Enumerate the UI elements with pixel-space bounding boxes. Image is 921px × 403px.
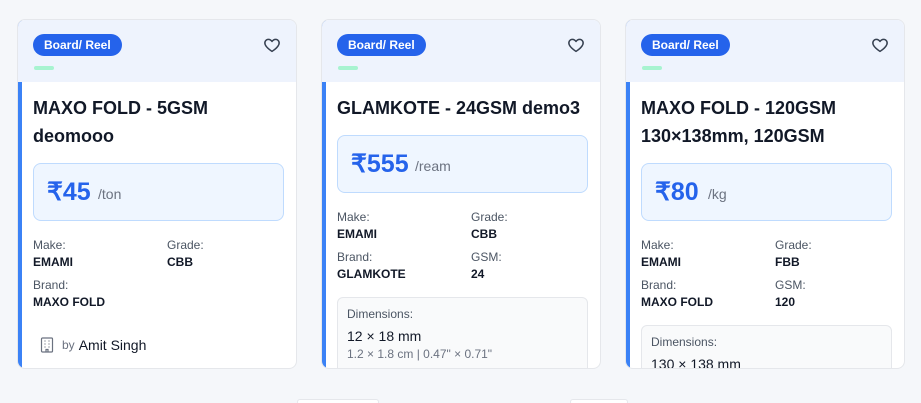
building-icon [40,337,54,353]
price-box: ₹555 /ream [337,135,588,193]
dimensions-label: Dimensions: [651,335,718,349]
price-value: ₹555 [351,150,409,178]
product-card[interactable]: Board/ Reel GLAMKOTE - 24GSM demo3 ₹555 … [321,19,601,369]
category-badge: Board/ Reel [33,34,122,56]
spec-grade: Grade: CBB [471,209,508,242]
category-badge: Board/ Reel [337,34,426,56]
badge-indicator [338,66,358,70]
seller-by: by [62,338,75,352]
spec-value: EMAMI [641,255,681,269]
spec-make: Make: EMAMI [337,209,377,242]
spec-value: CBB [167,255,193,269]
dimensions-box: Dimensions: 130 × 138 mm [641,325,892,369]
title-line: MAXO FOLD - 5GSM [33,98,208,118]
spec-value: MAXO FOLD [33,295,105,309]
product-card[interactable]: Board/ Reel MAXO FOLD - 120GSM 130×138mm… [625,19,905,369]
price-box: ₹45 /ton [33,163,284,221]
dimensions-value: 130 × 138 mm [651,356,741,369]
spec-label: GSM: [471,250,502,264]
category-badge: Board/ Reel [641,34,730,56]
spec-grade: Grade: FBB [775,237,812,270]
spec-value: 24 [471,267,485,281]
product-title[interactable]: MAXO FOLD - 5GSM deomooo [33,94,284,150]
title-line: GLAMKOTE - 24GSM demo3 [337,98,581,118]
card-header: Board/ Reel [18,20,296,82]
price-unit: /ton [98,186,122,202]
title-line: deomooo [33,126,114,146]
spec-gsm: GSM: 120 [775,277,806,310]
spec-gsm: GSM: 24 [471,249,502,282]
spec-value: FBB [775,255,800,269]
spec-brand: Brand: MAXO FOLD [641,277,713,310]
price-box: ₹80 /kg [641,163,892,221]
heart-icon[interactable] [567,36,585,54]
spec-label: Make: [33,238,66,252]
spec-value: MAXO FOLD [641,295,713,309]
spec-brand: Brand: MAXO FOLD [33,277,105,310]
spec-label: GSM: [775,278,806,292]
spec-value: EMAMI [33,255,73,269]
badge-indicator [34,66,54,70]
spec-value: 120 [775,295,796,309]
product-card[interactable]: Board/ Reel MAXO FOLD - 5GSM deomooo ₹45… [17,19,297,369]
seller-info[interactable]: by Amit Singh [40,337,146,353]
card-header: Board/ Reel [322,20,600,82]
dimensions-conversions: 1.2 × 1.8 cm | 0.47" × 0.71" [347,347,493,361]
title-line: MAXO FOLD - 120GSM [641,98,837,118]
spec-label: Brand: [337,250,373,264]
dimensions-box: Dimensions: 12 × 18 mm 1.2 × 1.8 cm | 0.… [337,297,588,368]
spec-label: Make: [337,210,370,224]
spec-value: CBB [471,227,497,241]
pagination-button[interactable] [297,399,379,403]
heart-icon[interactable] [871,36,889,54]
heart-icon[interactable] [263,36,281,54]
price-unit: /ream [415,158,451,174]
spec-value: GLAMKOTE [337,267,406,281]
spec-brand: Brand: GLAMKOTE [337,249,406,282]
title-line: 130×138mm, 120GSM [641,126,825,146]
dimensions-value: 12 × 18 mm [347,328,422,344]
spec-value: EMAMI [337,227,377,241]
badge-indicator [642,66,662,70]
price-value: ₹45 [47,178,91,206]
spec-label: Grade: [471,210,508,224]
pagination-button[interactable] [570,399,628,403]
spec-make: Make: EMAMI [641,237,681,270]
spec-label: Brand: [641,278,677,292]
spec-label: Grade: [167,238,204,252]
product-title[interactable]: MAXO FOLD - 120GSM 130×138mm, 120GSM [641,94,892,150]
price-value: ₹80 [655,178,699,206]
spec-label: Make: [641,238,674,252]
dimensions-label: Dimensions: [347,307,414,321]
product-title[interactable]: GLAMKOTE - 24GSM demo3 [337,94,588,122]
spec-label: Grade: [775,238,812,252]
card-header: Board/ Reel [626,20,904,82]
price-unit: /kg [708,186,727,202]
spec-make: Make: EMAMI [33,237,73,270]
seller-name[interactable]: Amit Singh [79,337,147,353]
spec-label: Brand: [33,278,69,292]
spec-grade: Grade: CBB [167,237,204,270]
